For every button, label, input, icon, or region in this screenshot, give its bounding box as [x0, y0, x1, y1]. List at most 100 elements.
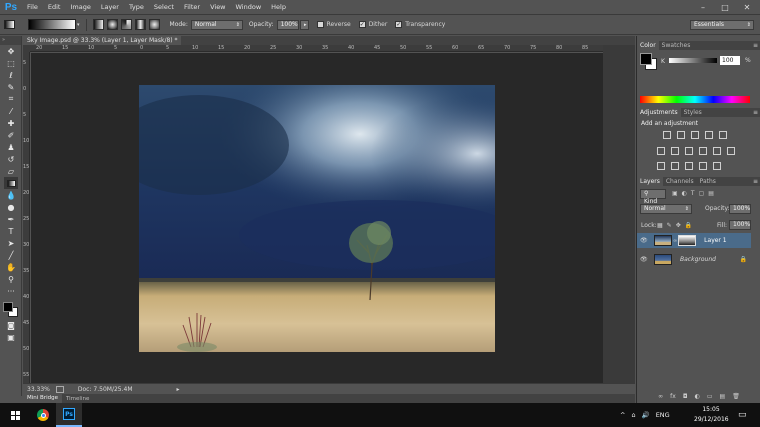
foreground-color-swatch[interactable]	[3, 302, 13, 312]
delete-layer-icon[interactable]: 🗑	[732, 393, 740, 403]
black-white-icon[interactable]	[685, 147, 693, 155]
menu-window[interactable]: Window	[231, 0, 267, 15]
healing-brush-tool-icon[interactable]: ✚	[4, 117, 18, 129]
hue-saturation-icon[interactable]	[657, 147, 665, 155]
tray-overflow-icon[interactable]: ^	[620, 411, 625, 419]
close-button[interactable]: ✕	[736, 0, 758, 15]
opacity-input[interactable]: 100%	[276, 19, 299, 30]
gradient-tool-icon[interactable]	[4, 177, 18, 189]
menu-select[interactable]: Select	[149, 0, 179, 15]
quick-mask-icon[interactable]: ◙	[4, 319, 18, 331]
fill-input[interactable]: 100%	[729, 220, 751, 230]
selective-color-icon[interactable]	[699, 162, 707, 170]
tab-channels[interactable]: Channels	[663, 177, 697, 186]
hand-tool-icon[interactable]: ✋	[4, 261, 18, 273]
photo-filter-icon[interactable]	[699, 147, 707, 155]
menu-help[interactable]: Help	[266, 0, 291, 15]
tab-paths[interactable]: Paths	[697, 177, 719, 186]
layer-mask-thumbnail[interactable]	[678, 235, 697, 246]
layer-filter-select[interactable]: ⚲ Kind	[640, 189, 666, 205]
linear-gradient-button[interactable]	[92, 19, 104, 30]
history-brush-tool-icon[interactable]: ↺	[4, 153, 18, 165]
menu-image[interactable]: Image	[65, 0, 95, 15]
gradient-map-icon[interactable]	[713, 162, 721, 170]
menu-edit[interactable]: Edit	[43, 0, 66, 15]
layer-filter-icons[interactable]: ▣◐T▢▤	[672, 190, 718, 197]
more-tools-icon[interactable]: ···	[4, 285, 18, 297]
color-spectrum[interactable]	[640, 96, 750, 103]
chevron-down-icon[interactable]: ▾	[77, 22, 80, 28]
layer-row-background[interactable]: 👁 Background 🔒	[637, 252, 751, 267]
link-layers-icon[interactable]: ∞	[658, 393, 663, 403]
eraser-tool-icon[interactable]: ▱	[4, 165, 18, 177]
gradient-tool-icon[interactable]	[4, 19, 24, 31]
tab-color[interactable]: Color	[637, 41, 659, 50]
pen-tool-icon[interactable]: ✒	[4, 213, 18, 225]
tab-layers[interactable]: Layers	[637, 177, 663, 186]
menu-file[interactable]: File	[22, 0, 43, 15]
photoshop-taskbar-icon[interactable]: Ps	[56, 403, 82, 427]
brush-tool-icon[interactable]: ✐	[4, 129, 18, 141]
diamond-gradient-button[interactable]	[148, 19, 160, 30]
windows-start-icon[interactable]	[0, 403, 30, 427]
layer-name[interactable]: Layer 1	[704, 237, 726, 244]
move-tool-icon[interactable]: ✥	[4, 45, 18, 57]
minimize-button[interactable]: –	[692, 0, 714, 15]
screen-mode-icon[interactable]: ▣	[4, 331, 18, 343]
volume-icon[interactable]: 🔊	[642, 411, 650, 419]
reverse-checkbox[interactable]	[316, 21, 324, 28]
eyedropper-tool-icon[interactable]: ⁄	[4, 105, 18, 117]
mode-select[interactable]: Normal ⇕	[190, 19, 243, 30]
color-lookup-icon[interactable]	[727, 147, 735, 155]
layer-opacity-input[interactable]: 100%	[729, 204, 751, 214]
new-layer-icon[interactable]: ▤	[720, 393, 726, 403]
layer-row-layer1[interactable]: 👁 ∞ Layer 1	[637, 233, 751, 248]
chain-icon[interactable]: ∞	[673, 238, 677, 244]
color-swatches[interactable]	[0, 299, 21, 319]
tab-timeline[interactable]: Timeline	[62, 396, 93, 402]
blur-tool-icon[interactable]: 💧	[4, 189, 18, 201]
path-selection-tool-icon[interactable]: ➤	[4, 237, 18, 249]
menu-type[interactable]: Type	[124, 0, 149, 15]
document-image[interactable]	[139, 85, 495, 352]
gradient-picker[interactable]	[28, 19, 76, 30]
panel-menu-icon[interactable]: ≡	[753, 108, 758, 117]
shape-tool-icon[interactable]: ╱	[4, 249, 18, 261]
tab-mini-bridge[interactable]: Mini Bridge	[23, 394, 62, 403]
language-indicator[interactable]: ENG	[656, 411, 670, 419]
k-value-input[interactable]: 100	[720, 56, 740, 65]
status-icon[interactable]	[55, 385, 64, 393]
add-mask-icon[interactable]: ◘	[683, 393, 688, 403]
maximize-button[interactable]: □	[714, 0, 736, 15]
angle-gradient-button[interactable]	[120, 19, 132, 30]
menu-filter[interactable]: Filter	[179, 0, 205, 15]
vibrance-icon[interactable]	[719, 131, 727, 139]
channel-mixer-icon[interactable]	[713, 147, 721, 155]
new-group-icon[interactable]: ▭	[707, 393, 713, 403]
panel-menu-icon[interactable]: ≡	[753, 177, 758, 186]
zoom-level[interactable]: 33.33%	[27, 386, 50, 393]
panel-menu-icon[interactable]: ≡	[753, 41, 758, 50]
tab-swatches[interactable]: Swatches	[659, 41, 694, 50]
adjustment-layer-icon[interactable]: ◐	[695, 393, 700, 403]
invert-icon[interactable]	[657, 162, 665, 170]
lock-icons[interactable]: ▦✎✥🔒	[657, 222, 696, 229]
blend-mode-select[interactable]: Normal ⇕	[640, 204, 692, 214]
threshold-icon[interactable]	[685, 162, 693, 170]
dither-checkbox[interactable]: ✓	[358, 21, 366, 28]
document-tab[interactable]: Sky Image.psd @ 33.3% (Layer 1, Layer Ma…	[23, 36, 181, 53]
quick-selection-tool-icon[interactable]: ✎	[4, 81, 18, 93]
network-icon[interactable]: ⌂	[631, 411, 635, 419]
dodge-tool-icon[interactable]: ●	[4, 201, 18, 213]
posterize-icon[interactable]	[671, 162, 679, 170]
toolbox-grip[interactable]: »	[0, 36, 21, 45]
k-slider[interactable]	[669, 58, 717, 63]
color-balance-icon[interactable]	[671, 147, 679, 155]
levels-icon[interactable]	[677, 131, 685, 139]
zoom-tool-icon[interactable]: ⚲	[4, 273, 18, 285]
menu-view[interactable]: View	[205, 0, 230, 15]
foreground-color-swatch[interactable]	[640, 53, 652, 65]
exposure-icon[interactable]	[705, 131, 713, 139]
eye-icon[interactable]: 👁	[640, 256, 650, 263]
opacity-slider-button[interactable]: ▸	[299, 19, 309, 30]
